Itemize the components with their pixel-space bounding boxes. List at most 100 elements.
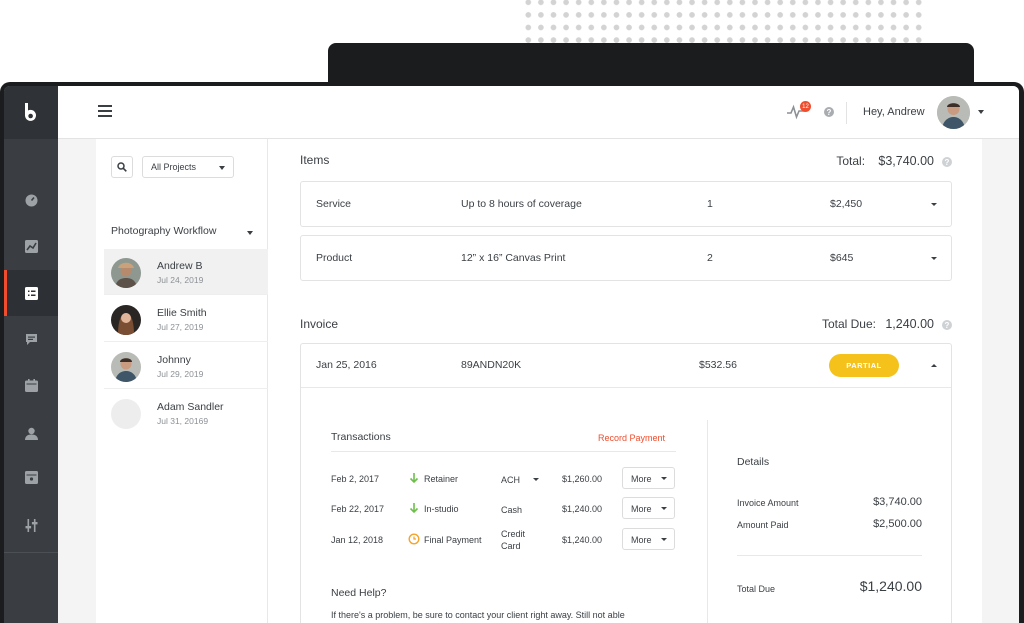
chevron-down-icon bbox=[219, 166, 225, 170]
items-help-icon[interactable]: ? bbox=[942, 157, 952, 167]
project-list: All Projects Photography Workflow Andrew… bbox=[96, 139, 268, 623]
sidebar-item-calendar[interactable] bbox=[4, 362, 58, 408]
transaction-method[interactable]: ACH bbox=[501, 474, 520, 486]
item-row-product[interactable]: Product 12” x 16” Canvas Print 2 $645 bbox=[300, 235, 952, 281]
invoice-total-due-label: Total Due: bbox=[821, 317, 876, 331]
details-total-due-value: $1,240.00 bbox=[859, 578, 922, 594]
transaction-type: Retainer bbox=[424, 474, 459, 484]
invoice-card: Jan 25, 2016 89ANDN20K $532.56 PARTIAL T… bbox=[300, 343, 952, 623]
help-icon[interactable]: ? bbox=[824, 107, 834, 117]
client-item-johnny[interactable]: Johnny Jul 29, 2019 bbox=[104, 343, 268, 389]
list-icon bbox=[24, 286, 38, 300]
item-chevron-down-icon[interactable] bbox=[931, 257, 937, 260]
client-date: Jul 24, 2019 bbox=[157, 275, 204, 285]
invoice-detail: Items Total: $3,740.00 ? Service Up to 8… bbox=[300, 139, 955, 623]
sidebar-item-settings[interactable] bbox=[4, 502, 58, 548]
item-type: Product bbox=[316, 252, 353, 264]
marketing-stage: 12 ? Hey, Andrew All Projects Photograph… bbox=[0, 0, 1024, 623]
more-label: More bbox=[631, 535, 652, 545]
invoice-help-icon[interactable]: ? bbox=[942, 320, 952, 330]
client-name: Adam Sandler bbox=[157, 401, 224, 413]
sliders-icon bbox=[25, 518, 37, 532]
transaction-amount: $1,260.00 bbox=[562, 474, 603, 484]
transaction-row: Feb 2, 2017 Retainer ACH $1,260.00 More bbox=[331, 467, 676, 491]
avatar bbox=[111, 352, 141, 382]
details-invoice-amount: Invoice Amount $3,740.00 bbox=[737, 496, 922, 508]
top-bar: 12 ? Hey, Andrew bbox=[58, 86, 1019, 139]
transaction-more-select[interactable]: More bbox=[622, 528, 675, 550]
sidebar-divider bbox=[4, 552, 58, 553]
sidebar-item-messages[interactable] bbox=[4, 316, 58, 362]
chevron-down-icon bbox=[661, 538, 667, 541]
details-divider bbox=[737, 555, 922, 556]
item-description: Up to 8 hours of coverage bbox=[461, 198, 582, 210]
transaction-type: In-studio bbox=[424, 504, 459, 514]
invoice-date: Jan 25, 2016 bbox=[316, 359, 377, 371]
avatar-photo-icon bbox=[111, 305, 141, 335]
items-total-value: $3,740.00 bbox=[878, 154, 934, 168]
message-icon bbox=[25, 333, 37, 345]
item-chevron-down-icon[interactable] bbox=[931, 203, 937, 206]
brand-logo[interactable] bbox=[4, 86, 58, 139]
transaction-method: Credit Card bbox=[501, 528, 541, 552]
chart-icon bbox=[24, 239, 38, 253]
client-date: Jul 31, 20169 bbox=[157, 416, 209, 426]
invoice-column-divider bbox=[707, 420, 708, 623]
need-help-text: If there's a problem, be sure to contact… bbox=[331, 610, 625, 620]
user-avatar[interactable] bbox=[937, 96, 970, 129]
arrow-down-icon bbox=[409, 473, 419, 484]
hamburger-menu-icon[interactable] bbox=[98, 105, 112, 117]
gauge-icon bbox=[25, 194, 37, 206]
project-filter-select[interactable]: All Projects bbox=[142, 156, 234, 178]
invoice-title: Invoice bbox=[300, 317, 339, 331]
transaction-more-select[interactable]: More bbox=[622, 467, 675, 489]
right-gutter bbox=[982, 139, 1019, 623]
client-item-adam-sandler[interactable]: Adam Sandler Jul 31, 20169 bbox=[104, 390, 268, 436]
project-filter-value: All Projects bbox=[151, 162, 197, 172]
status-badge: PARTIAL bbox=[829, 354, 899, 377]
transaction-date: Feb 2, 2017 bbox=[331, 474, 380, 484]
user-greeting[interactable]: Hey, Andrew bbox=[863, 106, 925, 118]
avatar-photo-icon bbox=[111, 352, 141, 382]
avatar bbox=[111, 305, 141, 335]
workflow-title[interactable]: Photography Workflow bbox=[111, 225, 216, 237]
details-total-due: Total Due $1,240.00 bbox=[737, 578, 922, 594]
workflow-chevron-down-icon[interactable] bbox=[247, 231, 253, 235]
search-icon bbox=[117, 162, 127, 172]
record-payment-link[interactable]: Record Payment bbox=[598, 433, 665, 443]
item-row-service[interactable]: Service Up to 8 hours of coverage 1 $2,4… bbox=[300, 181, 952, 227]
sidebar-item-invoices[interactable] bbox=[4, 270, 58, 316]
sidebar-item-analytics[interactable] bbox=[4, 223, 58, 269]
decorative-dot-grid bbox=[522, 0, 924, 44]
app-window: 12 ? Hey, Andrew All Projects Photograph… bbox=[4, 86, 1019, 623]
client-item-ellie-smith[interactable]: Ellie Smith Jul 27, 2019 bbox=[104, 296, 268, 342]
client-name: Andrew B bbox=[157, 260, 203, 272]
sidebar-item-contacts[interactable] bbox=[4, 410, 58, 456]
transaction-more-select[interactable]: More bbox=[622, 497, 675, 519]
logo-b-icon bbox=[25, 102, 36, 121]
need-help-title: Need Help? bbox=[331, 587, 387, 599]
transaction-amount: $1,240.00 bbox=[562, 504, 603, 514]
search-button[interactable] bbox=[111, 156, 133, 178]
item-qty: 1 bbox=[707, 198, 713, 210]
item-type: Service bbox=[316, 198, 352, 210]
invoice-total-due-value: 1,240.00 bbox=[885, 317, 934, 331]
invoice-total-due: Total Due: 1,240.00 bbox=[780, 317, 934, 331]
details-amount-paid-label: Amount Paid bbox=[737, 520, 789, 530]
item-price: $645 bbox=[830, 252, 854, 264]
invoice-chevron-up-icon[interactable] bbox=[931, 364, 937, 367]
client-item-andrew-b[interactable]: Andrew B Jul 24, 2019 bbox=[104, 249, 268, 295]
invoice-header-row[interactable]: Jan 25, 2016 89ANDN20K $532.56 PARTIAL bbox=[301, 344, 951, 388]
sidebar-item-archive[interactable] bbox=[4, 454, 58, 500]
items-total: Total: $3,740.00 bbox=[800, 154, 934, 168]
chevron-down-icon bbox=[661, 507, 667, 510]
details-title: Details bbox=[737, 456, 770, 468]
archive-icon bbox=[24, 470, 38, 484]
transaction-date: Feb 22, 2017 bbox=[331, 504, 385, 514]
details-total-due-label: Total Due bbox=[737, 584, 776, 594]
user-icon bbox=[24, 427, 38, 440]
user-menu-chevron-down-icon[interactable] bbox=[978, 110, 984, 114]
sidebar-item-dashboard[interactable] bbox=[4, 177, 58, 223]
method-chevron-down-icon[interactable] bbox=[533, 478, 539, 481]
item-price: $2,450 bbox=[830, 198, 863, 210]
